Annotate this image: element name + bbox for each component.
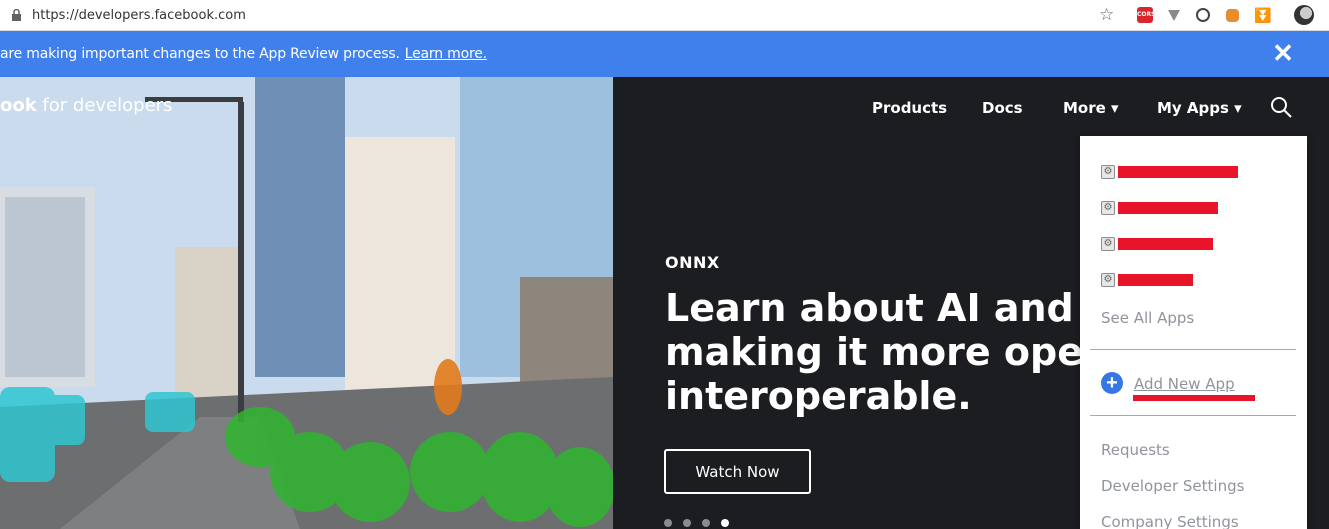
watch-now-button[interactable]: Watch Now	[664, 449, 811, 494]
double-chevron-extension-icon[interactable]: ⏬	[1254, 7, 1271, 23]
headline-line-3: interoperable.	[665, 374, 972, 418]
app-gear-icon: ⚙	[1101, 237, 1115, 251]
banner-text: are making important changes to the App …	[0, 46, 400, 62]
app-gear-icon: ⚙	[1101, 165, 1115, 179]
nav-more[interactable]: More ▾	[1063, 99, 1119, 117]
divider	[1090, 415, 1296, 416]
bookmark-star-icon[interactable]: ☆	[1099, 5, 1114, 25]
redacted-app-name	[1118, 274, 1193, 286]
banner-message: are making important changes to the App …	[0, 46, 487, 62]
notice-banner: are making important changes to the App …	[0, 31, 1329, 77]
headline-line-1: Learn about AI and hov	[665, 286, 1165, 330]
camera-extension-icon[interactable]	[1196, 8, 1210, 22]
brand-logo[interactable]: ook for developers	[0, 95, 172, 116]
requests-link[interactable]: Requests	[1101, 441, 1170, 459]
my-apps-dropdown: ⚙ ⚙ ⚙ ⚙ See All Apps + Add New App Reque…	[1080, 136, 1307, 529]
nav-docs[interactable]: Docs	[982, 99, 1023, 117]
carousel-dot[interactable]	[702, 519, 710, 527]
developer-settings-link[interactable]: Developer Settings	[1101, 477, 1244, 495]
nav-my-apps[interactable]: My Apps ▾	[1157, 99, 1242, 117]
street-scene-image	[0, 77, 613, 529]
browser-address-bar: https://developers.facebook.com ☆ CORS ⏬	[0, 0, 1329, 31]
see-all-apps-link[interactable]: See All Apps	[1101, 309, 1194, 327]
url-field[interactable]: https://developers.facebook.com	[32, 8, 246, 23]
fox-extension-icon[interactable]	[1226, 9, 1239, 22]
company-settings-link[interactable]: Company Settings	[1101, 513, 1239, 529]
redacted-app-name	[1118, 202, 1218, 214]
nav-products[interactable]: Products	[872, 99, 947, 117]
carousel-dot[interactable]	[664, 519, 672, 527]
red-underline-mark	[1133, 395, 1255, 401]
search-icon[interactable]	[1270, 96, 1292, 118]
learn-more-link[interactable]: Learn more.	[405, 46, 487, 62]
brand-bold: ook	[0, 95, 37, 116]
app-gear-icon: ⚙	[1101, 201, 1115, 215]
carousel-dot-active[interactable]	[721, 519, 729, 527]
hero-image	[0, 77, 613, 529]
cors-extension-icon[interactable]: CORS	[1137, 7, 1155, 23]
hero-eyebrow: ONNX	[665, 253, 720, 272]
divider	[1090, 349, 1296, 350]
redacted-app-name	[1118, 166, 1238, 178]
redacted-app-name	[1118, 238, 1213, 250]
plus-circle-icon[interactable]: +	[1101, 372, 1123, 394]
hero-headline: Learn about AI and hov making it more op…	[665, 286, 1168, 418]
app-gear-icon: ⚙	[1101, 273, 1115, 287]
carousel-dot[interactable]	[683, 519, 691, 527]
lock-icon	[12, 9, 21, 21]
carousel-dots	[664, 514, 740, 529]
close-icon[interactable]: ✕	[1270, 40, 1296, 66]
profile-avatar[interactable]	[1294, 5, 1314, 25]
brand-rest: for developers	[36, 95, 173, 116]
headline-line-2: making it more open ar	[665, 330, 1168, 374]
add-new-app-link[interactable]: Add New App	[1134, 375, 1235, 393]
v-extension-icon[interactable]	[1166, 7, 1182, 23]
